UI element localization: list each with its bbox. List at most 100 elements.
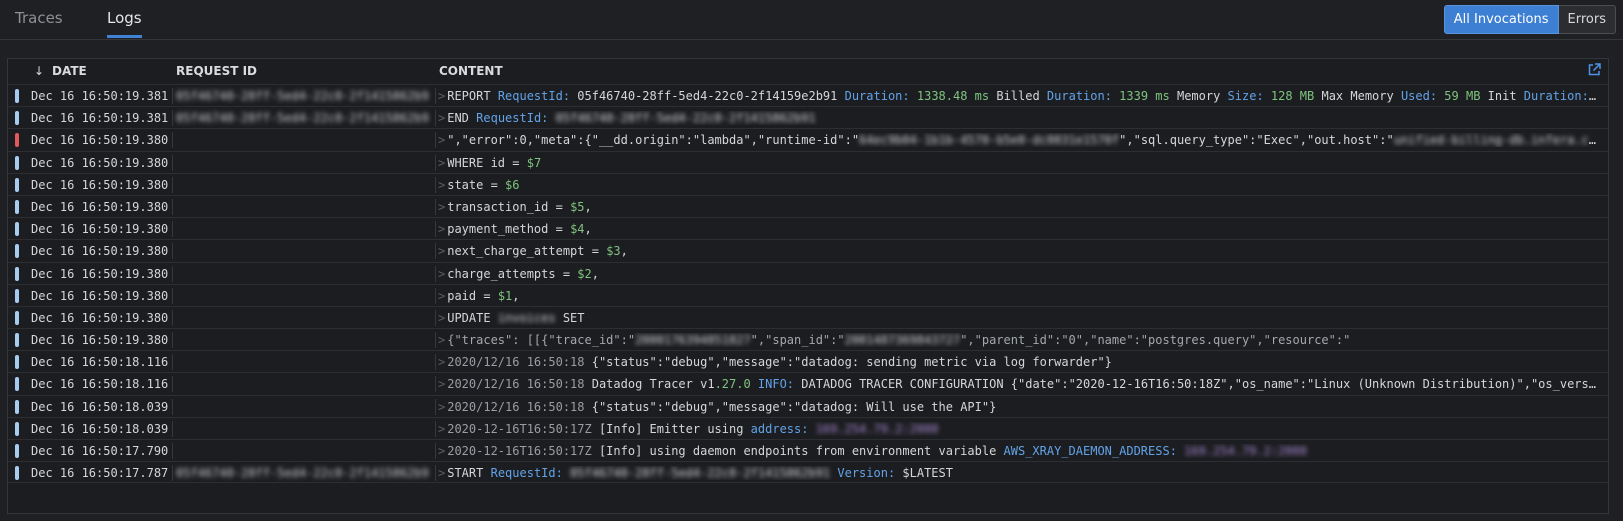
table-row[interactable]: Dec 16 16:50:18.039 >2020-12-16T16:50:17Z… bbox=[8, 416, 1608, 439]
log-request-id: 05f46740-28ff-5ed4-22c0-2f1415862b91 bbox=[176, 466, 430, 481]
expand-caret-icon[interactable]: > bbox=[438, 222, 445, 236]
content-segment: invoices bbox=[497, 310, 556, 325]
log-content: > payment_method = $4, bbox=[438, 222, 1600, 236]
log-date: Dec 16 16:50:18.116 bbox=[31, 355, 169, 370]
info-status-bar bbox=[15, 155, 19, 170]
column-divider bbox=[435, 354, 436, 371]
table-row[interactable]: Dec 16 16:50:19.380 > payment_method = $4, bbox=[8, 217, 1608, 239]
column-divider bbox=[435, 132, 436, 149]
log-content: > {"traces": [[{"trace_id":"2000176394851… bbox=[438, 333, 1600, 347]
content-segment: RequestId: bbox=[476, 111, 549, 126]
content-segment: , bbox=[620, 244, 628, 259]
sort-down-arrow-icon[interactable]: ↓ bbox=[34, 64, 44, 78]
log-date: Dec 16 16:50:18.116 bbox=[31, 377, 169, 392]
content-segment: 1339 ms bbox=[1111, 89, 1170, 103]
content-segment: 2020-12-16T16:50:17Z bbox=[447, 444, 599, 458]
expand-caret-icon[interactable]: > bbox=[438, 111, 445, 125]
column-divider bbox=[435, 287, 436, 304]
log-content: > END RequestId: 05f46740-28ff-5ed4-22c0-… bbox=[438, 111, 1600, 125]
table-row[interactable]: Dec 16 16:50:18.116 >2020/12/16 16:50:18 … bbox=[8, 372, 1608, 394]
table-row[interactable]: Dec 16 16:50:18.039 >2020/12/16 16:50:18 … bbox=[8, 394, 1608, 417]
expand-caret-icon[interactable]: > bbox=[438, 466, 445, 480]
column-divider bbox=[435, 443, 436, 459]
all-invocations-button[interactable]: All Invocations bbox=[1443, 5, 1559, 34]
expand-caret-icon[interactable]: > bbox=[438, 89, 445, 103]
column-divider bbox=[172, 398, 173, 415]
column-divider bbox=[435, 110, 436, 127]
table-row[interactable]: Dec 16 16:50:19.380 > transaction_id = $5, bbox=[8, 194, 1608, 217]
expand-caret-icon[interactable]: > bbox=[438, 400, 445, 414]
expand-caret-icon[interactable]: > bbox=[438, 200, 445, 214]
content-segment: WHERE id = bbox=[447, 155, 527, 170]
content-segment: {"status":"debug","message":"datadog: Wi… bbox=[591, 399, 997, 414]
expand-caret-icon[interactable]: > bbox=[438, 289, 445, 303]
tab-traces[interactable]: Traces bbox=[15, 9, 63, 35]
column-divider bbox=[435, 398, 436, 415]
table-row[interactable]: Dec 16 16:50:17.787 05f46740-28ff-5ed4-22… bbox=[8, 461, 1608, 484]
content-segment: Memory bbox=[1169, 89, 1228, 103]
table-row[interactable]: Dec 16 16:50:19.380 > ","error":0,"meta":{… bbox=[8, 128, 1608, 150]
log-content: > UPDATE invoices SET bbox=[438, 311, 1600, 325]
content-segment: 2020/12/16 16:50:18 bbox=[447, 399, 592, 414]
table-row[interactable]: Dec 16 16:50:19.380 > UPDATE invoices SET bbox=[8, 305, 1608, 328]
log-date: Dec 16 16:50:19.380 bbox=[31, 177, 169, 192]
content-segment: INFO: bbox=[750, 377, 795, 392]
table-row[interactable]: Dec 16 16:50:19.381 05f46740-28ff-5ed4-22… bbox=[8, 106, 1608, 128]
log-date: Dec 16 16:50:19.380 bbox=[31, 133, 169, 148]
expand-caret-icon[interactable]: > bbox=[438, 244, 445, 258]
column-divider bbox=[435, 176, 436, 193]
column-divider bbox=[172, 176, 173, 193]
log-date: Dec 16 16:50:18.039 bbox=[31, 421, 169, 436]
table-row[interactable]: Dec 16 16:50:19.381 05f46740-28ff-5ed4-22… bbox=[8, 84, 1608, 106]
content-segment: Billed bbox=[989, 89, 1047, 103]
column-divider bbox=[172, 265, 173, 282]
invocation-filter: All Invocations Errors bbox=[1443, 5, 1616, 34]
content-segment: $LATEST bbox=[895, 466, 953, 481]
column-header-date[interactable]: DATE bbox=[52, 64, 87, 78]
table-row[interactable]: Dec 16 16:50:19.380 > charge_attempts = $2… bbox=[8, 261, 1608, 284]
column-divider bbox=[435, 265, 436, 282]
content-segment: state = bbox=[447, 177, 506, 192]
expand-caret-icon[interactable]: > bbox=[438, 156, 445, 170]
content-segment: {"status":"debug","message":"datadog: se… bbox=[591, 355, 1112, 370]
expand-caret-icon[interactable]: > bbox=[438, 311, 445, 325]
content-segment: ","span_id":" bbox=[750, 333, 845, 348]
expand-caret-icon[interactable]: > bbox=[438, 422, 445, 436]
expand-caret-icon[interactable]: > bbox=[438, 333, 445, 347]
table-row[interactable]: Dec 16 16:50:19.380 > state = $6 bbox=[8, 172, 1608, 195]
content-segment: Init bbox=[1480, 89, 1524, 103]
column-divider bbox=[172, 88, 173, 104]
content-segment: ","parent_id":"0","name":"postgres.query… bbox=[960, 333, 1351, 348]
log-date: Dec 16 16:50:18.039 bbox=[31, 399, 169, 414]
content-segment: 59 MB bbox=[1437, 89, 1481, 103]
table-row[interactable]: Dec 16 16:50:19.380 > {"traces": [[{"trace… bbox=[8, 328, 1608, 350]
content-segment: ","error":0,"meta":{"__dd.origin":"lambd… bbox=[447, 133, 860, 148]
expand-caret-icon[interactable]: > bbox=[438, 267, 445, 281]
expand-caret-icon[interactable]: > bbox=[438, 178, 445, 192]
log-request-id: 05f46740-28ff-5ed4-22c0-2f1415862b91 bbox=[176, 111, 430, 126]
expand-caret-icon[interactable]: > bbox=[438, 444, 445, 458]
column-divider bbox=[435, 309, 436, 326]
table-row[interactable]: Dec 16 16:50:17.790 >2020-12-16T16:50:17Z… bbox=[8, 439, 1608, 461]
content-segment: $5 bbox=[570, 199, 585, 214]
table-row[interactable]: Dec 16 16:50:19.380 > WHERE id = $7 bbox=[8, 150, 1608, 173]
info-status-bar bbox=[15, 310, 19, 325]
expand-caret-icon[interactable]: > bbox=[438, 355, 445, 369]
content-segment: UPDATE bbox=[447, 310, 498, 325]
column-divider bbox=[435, 154, 436, 171]
tab-logs[interactable]: Logs bbox=[107, 9, 142, 38]
log-date: Dec 16 16:50:19.381 bbox=[31, 89, 169, 103]
table-row[interactable]: Dec 16 16:50:19.380 > next_charge_attempt … bbox=[8, 239, 1608, 261]
column-header-request-id: REQUEST ID bbox=[176, 64, 258, 78]
log-date: Dec 16 16:50:19.380 bbox=[31, 310, 169, 325]
content-segment: Version: bbox=[830, 466, 896, 481]
log-content: > START RequestId: 05f46740-28ff-5ed4-22c… bbox=[438, 466, 1600, 480]
column-divider bbox=[435, 221, 436, 238]
expand-caret-icon[interactable]: > bbox=[438, 133, 445, 147]
expand-caret-icon[interactable]: > bbox=[438, 377, 445, 391]
table-row[interactable]: Dec 16 16:50:18.116 >2020/12/16 16:50:18 … bbox=[8, 350, 1608, 372]
content-segment: Duration: bbox=[1523, 89, 1589, 103]
table-row[interactable]: Dec 16 16:50:19.380 > paid = $1, bbox=[8, 283, 1608, 306]
errors-button[interactable]: Errors bbox=[1558, 5, 1616, 34]
open-external-icon[interactable] bbox=[1588, 63, 1601, 76]
